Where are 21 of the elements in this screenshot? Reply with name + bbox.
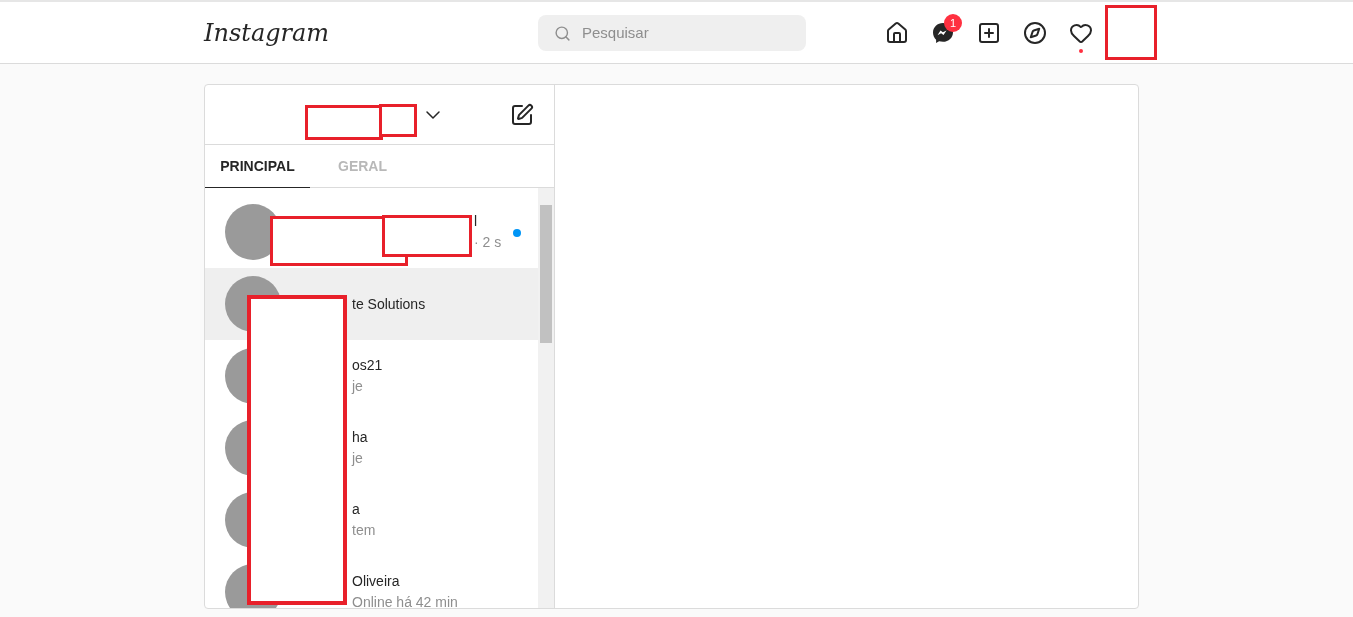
conversation-status: je: [352, 449, 364, 468]
compass-icon[interactable]: [1023, 20, 1047, 45]
search-icon: [554, 24, 571, 42]
conversation-status: Online há 42 min: [352, 593, 458, 608]
conversation-name: a: [352, 500, 361, 519]
compose-icon[interactable]: [510, 103, 534, 127]
redaction-box: [1105, 5, 1157, 60]
conversation-name: te Solutions: [352, 294, 426, 314]
conversation-status: je: [352, 377, 364, 396]
conversation-name: l: [474, 212, 479, 231]
home-icon[interactable]: [885, 20, 909, 45]
conversation-status: · 2 s: [474, 233, 502, 252]
inbox-tab[interactable]: PRINCIPAL: [205, 145, 310, 188]
plus-square-icon[interactable]: [977, 20, 1001, 45]
conversation-status: tem: [352, 521, 376, 540]
conversation-name: ha: [352, 428, 368, 447]
search-field[interactable]: Pesquisar: [538, 14, 806, 51]
notification-badge: 1: [944, 13, 962, 32]
conversation-name: Oliveira: [352, 572, 401, 591]
instagram-logo[interactable]: Instagram: [204, 14, 538, 51]
conversation-name: os21: [352, 356, 383, 375]
